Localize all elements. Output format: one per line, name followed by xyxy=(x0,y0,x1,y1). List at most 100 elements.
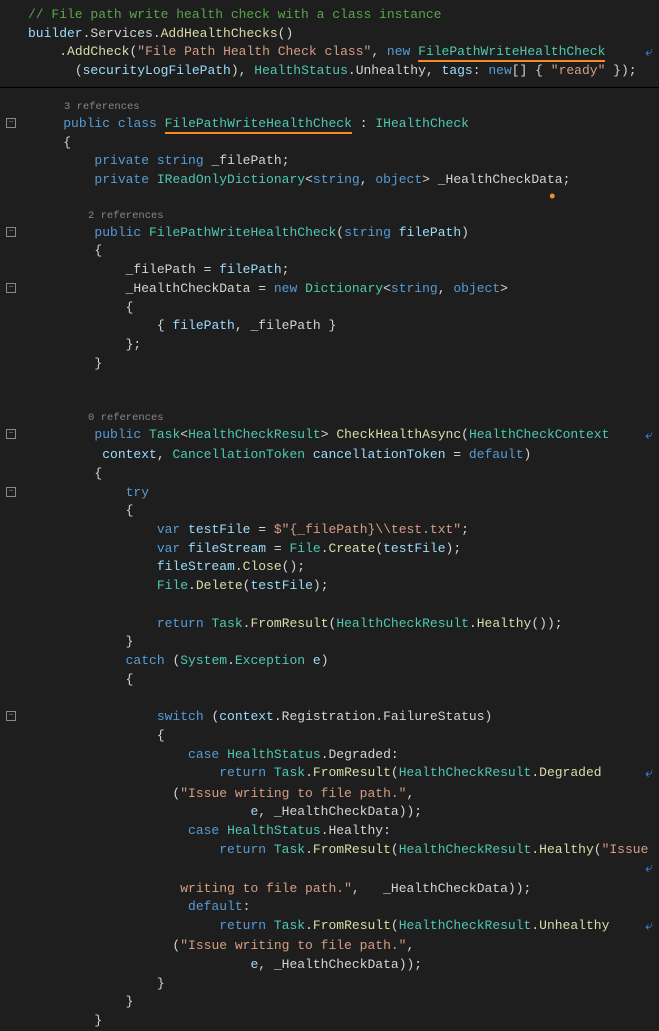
fold-icon[interactable] xyxy=(6,227,16,237)
method-call: FromResult xyxy=(313,842,391,857)
gutter[interactable] xyxy=(0,426,24,446)
gutter xyxy=(0,880,24,899)
fold-icon[interactable] xyxy=(6,283,16,293)
gutter xyxy=(0,652,24,671)
gutter xyxy=(0,373,24,392)
keyword: return xyxy=(219,842,266,857)
code-row: fileStream.Close(); xyxy=(0,558,659,577)
gutter xyxy=(0,633,24,652)
gutter[interactable] xyxy=(0,224,24,243)
brace-line: } xyxy=(24,355,659,374)
method-call: AddCheck xyxy=(67,44,129,59)
member: FailureStatus xyxy=(383,709,484,724)
gutter xyxy=(0,615,24,634)
wrap-indicator-icon: ⤶ xyxy=(645,917,653,937)
enum-member: Degraded xyxy=(329,747,391,762)
code-row: } xyxy=(0,993,659,1012)
type: HealthCheckResult xyxy=(399,842,532,857)
gutter xyxy=(0,152,24,171)
keyword: case xyxy=(188,823,219,838)
field: _filePath xyxy=(211,153,281,168)
brace-line: } xyxy=(24,1012,659,1031)
fold-icon[interactable] xyxy=(6,487,16,497)
keyword: string xyxy=(157,153,204,168)
code-line: _filePath = filePath; xyxy=(24,261,659,280)
code-line: default: xyxy=(24,898,659,917)
field: _HealthCheckData xyxy=(126,281,251,296)
code-row: ("Issue writing to file path.", xyxy=(0,785,659,804)
local-var: fileStream xyxy=(188,541,266,556)
local-var: e xyxy=(250,804,258,819)
param: filePath xyxy=(219,262,281,277)
keyword: new xyxy=(274,281,297,296)
code-row: _filePath = filePath; xyxy=(0,261,659,280)
gutter xyxy=(0,764,24,784)
type: HealthStatus xyxy=(227,747,321,762)
code-row: return Task.FromResult(HealthCheckResult… xyxy=(0,917,659,937)
keyword: object xyxy=(453,281,500,296)
gutter xyxy=(0,727,24,746)
gutter xyxy=(0,465,24,484)
method-call: FromResult xyxy=(313,918,391,933)
gutter xyxy=(0,336,24,355)
code-row: return Task.FromResult(HealthCheckResult… xyxy=(0,615,659,634)
code-row: 2 references xyxy=(0,209,659,224)
gutter xyxy=(0,841,24,880)
gutter xyxy=(0,190,24,209)
gutter xyxy=(0,917,24,937)
keyword: new xyxy=(387,44,410,59)
code-row: { xyxy=(0,502,659,521)
type: Dictionary xyxy=(305,281,383,296)
type-highlighted[interactable]: FilePathWriteHealthCheck xyxy=(165,116,352,134)
gutter[interactable] xyxy=(0,115,24,134)
gutter xyxy=(0,822,24,841)
identifier: securityLogFilePath xyxy=(83,63,231,78)
fold-icon[interactable] xyxy=(6,429,16,439)
gutter xyxy=(0,975,24,994)
method-call: Close xyxy=(243,559,282,574)
code-row: return Task.FromResult(HealthCheckResult… xyxy=(0,764,659,784)
codelens-refs[interactable]: 3 references xyxy=(24,100,659,115)
wrap-indicator-icon: ⤶ xyxy=(645,859,653,879)
method-call: AddHealthChecks xyxy=(161,26,278,41)
type-highlighted[interactable]: FilePathWriteHealthCheck xyxy=(418,44,605,62)
brace-line: { xyxy=(24,465,659,484)
code-row: context, CancellationToken cancellationT… xyxy=(0,446,659,465)
codelens-refs[interactable]: 2 references xyxy=(24,209,659,224)
gutter xyxy=(0,446,24,465)
brace-line: } xyxy=(24,993,659,1012)
gutter[interactable] xyxy=(0,484,24,503)
gutter xyxy=(0,689,24,708)
field: _HealthCheckData xyxy=(274,804,399,819)
type: HealthCheckResult xyxy=(336,616,469,631)
member: Registration xyxy=(282,709,376,724)
method-call: FromResult xyxy=(313,765,391,780)
code-line: ("Issue writing to file path.", xyxy=(24,937,659,956)
gutter xyxy=(0,577,24,596)
comma: , xyxy=(426,63,442,78)
string-literal: "File Path Health Check class" xyxy=(137,44,371,59)
code-row: _HealthCheckData = new Dictionary<string… xyxy=(0,280,659,299)
gutter xyxy=(0,134,24,153)
keyword: private xyxy=(94,153,149,168)
gutter xyxy=(0,898,24,917)
type: Task xyxy=(274,842,305,857)
code-row: • xyxy=(0,190,659,209)
code-row xyxy=(0,689,659,708)
code-line: try xyxy=(24,484,659,503)
fold-icon[interactable] xyxy=(6,118,16,128)
param: filePath xyxy=(399,225,461,240)
type: Task xyxy=(149,427,180,442)
fold-icon[interactable] xyxy=(6,711,16,721)
code-line: return Task.FromResult(HealthCheckResult… xyxy=(24,917,659,937)
method-call: Unhealthy xyxy=(539,918,609,933)
gutter[interactable] xyxy=(0,280,24,299)
keyword: public xyxy=(94,225,141,240)
gutter xyxy=(0,502,24,521)
param: context xyxy=(102,447,157,462)
codelens-refs[interactable]: 0 references xyxy=(24,411,659,426)
gutter[interactable] xyxy=(0,708,24,727)
breakpoint-dot-icon[interactable]: • xyxy=(547,188,558,208)
gutter xyxy=(0,937,24,956)
code-row: e, _HealthCheckData)); xyxy=(0,803,659,822)
